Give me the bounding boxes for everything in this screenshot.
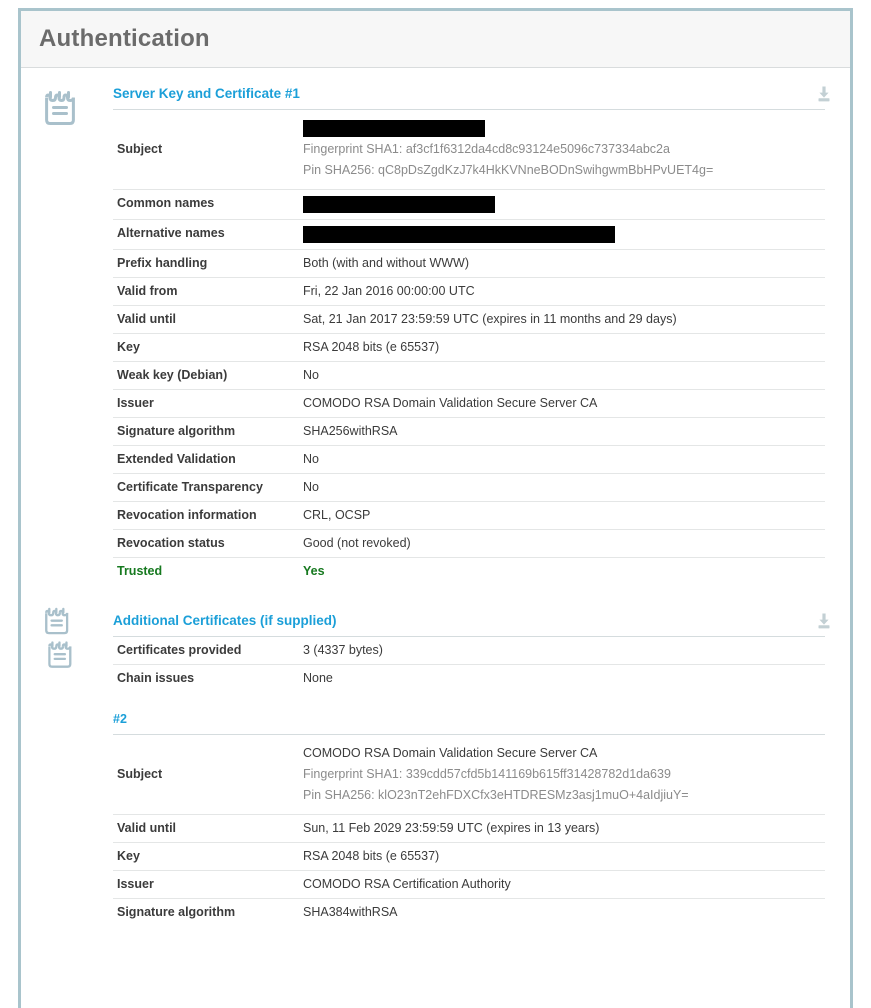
row-label: Subject — [113, 734, 301, 815]
table-certificate-2: Subject COMODO RSA Domain Validation Secu… — [113, 734, 825, 926]
row-label: Chain issues — [113, 664, 301, 692]
certificate-icon — [45, 90, 105, 136]
row-label: Subject — [113, 109, 301, 190]
section-title[interactable]: Additional Certificates (if supplied) — [113, 613, 337, 636]
row-value: CRL, OCSP — [301, 501, 825, 530]
table-row: Weak key (Debian) No — [113, 361, 825, 390]
row-label: Revocation status — [113, 529, 301, 558]
row-value: Sun, 11 Feb 2029 23:59:59 UTC (expires i… — [301, 814, 825, 843]
table-row: Revocation status Good (not revoked) — [113, 529, 825, 558]
section-additional-certificates: Additional Certificates (if supplied) Cer… — [21, 585, 850, 926]
section-header: Server Key and Certificate #1 — [113, 86, 850, 109]
subject-line: COMODO RSA Domain Validation Secure Serv… — [303, 746, 598, 760]
table-row: Prefix handling Both (with and without WW… — [113, 249, 825, 278]
row-value: 3 (4337 bytes) — [301, 636, 825, 665]
sub-certificate-header: #2 — [113, 692, 850, 734]
row-value: No — [301, 361, 825, 390]
table-row: Subject COMODO RSA Domain Validation Secu… — [113, 734, 825, 815]
row-label: Prefix handling — [113, 249, 301, 278]
row-label: Valid until — [113, 814, 301, 843]
row-label: Certificates provided — [113, 636, 301, 665]
row-label: Key — [113, 333, 301, 362]
row-value: Fingerprint SHA1: af3cf1f6312da4cd8c9312… — [301, 109, 825, 190]
row-value: No — [301, 445, 825, 474]
panel-header: Authentication — [21, 11, 850, 68]
row-label: Trusted — [113, 557, 301, 585]
row-value: RSA 2048 bits (e 65537) — [301, 333, 825, 362]
row-value: SHA256withRSA — [301, 417, 825, 446]
table-row: Signature algorithm SHA384withRSA — [113, 898, 825, 926]
subject-line: Fingerprint SHA1: 339cdd57cfd5b141169b61… — [303, 767, 671, 781]
row-value: Good (not revoked) — [301, 529, 825, 558]
table-row: Signature algorithm SHA256withRSA — [113, 417, 825, 446]
row-value: Both (with and without WWW) — [301, 249, 825, 278]
redacted-value — [303, 226, 615, 243]
row-label: Alternative names — [113, 219, 301, 250]
row-value: COMODO RSA Domain Validation Secure Serv… — [301, 734, 825, 815]
table-row: Valid until Sun, 11 Feb 2029 23:59:59 UTC… — [113, 814, 825, 843]
row-value: COMODO RSA Domain Validation Secure Serv… — [301, 389, 825, 418]
section-title[interactable]: Server Key and Certificate #1 — [113, 86, 300, 109]
row-value: No — [301, 473, 825, 502]
subject-line: Pin SHA256: klO23nT2ehFDXCfx3eHTDRESMz3a… — [303, 788, 689, 802]
panel-body: Server Key and Certificate #1 Subject Fing… — [21, 68, 850, 926]
section-server-key-and-certificate-1: Server Key and Certificate #1 Subject Fing… — [21, 68, 850, 585]
subject-line: Fingerprint SHA1: af3cf1f6312da4cd8c9312… — [303, 142, 670, 156]
row-label: Weak key (Debian) — [113, 361, 301, 390]
row-value: SHA384withRSA — [301, 898, 825, 926]
table-row: Common names — [113, 189, 825, 220]
subject-line: Pin SHA256: qC8pDsZgdKzJ7k4HkKVNneBODnSw… — [303, 163, 714, 177]
table-row: Key RSA 2048 bits (e 65537) — [113, 842, 825, 871]
row-label: Signature algorithm — [113, 898, 301, 926]
table-row: Key RSA 2048 bits (e 65537) — [113, 333, 825, 362]
row-label: Revocation information — [113, 501, 301, 530]
table-row: Trusted Yes — [113, 557, 825, 585]
row-label: Valid from — [113, 277, 301, 306]
table-row: Valid from Fri, 22 Jan 2016 00:00:00 UTC — [113, 277, 825, 306]
table-row: Issuer COMODO RSA Domain Validation Secur… — [113, 389, 825, 418]
row-label: Key — [113, 842, 301, 871]
table-row: Subject Fingerprint SHA1: af3cf1f6312da4c… — [113, 109, 825, 190]
row-value — [301, 189, 825, 220]
row-value: RSA 2048 bits (e 65537) — [301, 842, 825, 871]
redacted-value — [303, 120, 485, 138]
row-value: Fri, 22 Jan 2016 00:00:00 UTC — [301, 277, 825, 306]
table-row: Revocation information CRL, OCSP — [113, 501, 825, 530]
certificates-pair-icon — [45, 607, 105, 668]
table-row: Alternative names — [113, 219, 825, 250]
row-value: Yes — [301, 557, 825, 585]
table-row: Certificates provided 3 (4337 bytes) — [113, 636, 825, 665]
table-additional-certificates: Certificates provided 3 (4337 bytes) Chain… — [113, 636, 825, 692]
row-value — [301, 219, 825, 250]
row-label: Common names — [113, 189, 301, 220]
download-icon[interactable] — [816, 86, 832, 103]
row-label: Extended Validation — [113, 445, 301, 474]
table-server-key-and-certificate-1: Subject Fingerprint SHA1: af3cf1f6312da4c… — [113, 109, 825, 585]
row-label: Signature algorithm — [113, 417, 301, 446]
row-label: Certificate Transparency — [113, 473, 301, 502]
section-header: Additional Certificates (if supplied) — [113, 613, 850, 636]
table-row: Issuer COMODO RSA Certification Authority — [113, 870, 825, 899]
page-title: Authentication — [39, 25, 210, 52]
row-label: Issuer — [113, 389, 301, 418]
sub-certificate-title[interactable]: #2 — [113, 712, 850, 734]
table-row: Extended Validation No — [113, 445, 825, 474]
authentication-panel: Authentication Server Key and Certificat… — [18, 8, 853, 1008]
table-row: Valid until Sat, 21 Jan 2017 23:59:59 UTC… — [113, 305, 825, 334]
row-label: Issuer — [113, 870, 301, 899]
redacted-value — [303, 196, 495, 213]
table-row: Certificate Transparency No — [113, 473, 825, 502]
row-value: COMODO RSA Certification Authority — [301, 870, 825, 899]
row-value: Sat, 21 Jan 2017 23:59:59 UTC (expires i… — [301, 305, 825, 334]
table-row: Chain issues None — [113, 664, 825, 692]
row-label: Valid until — [113, 305, 301, 334]
row-value: None — [301, 664, 825, 692]
download-icon[interactable] — [816, 613, 832, 630]
